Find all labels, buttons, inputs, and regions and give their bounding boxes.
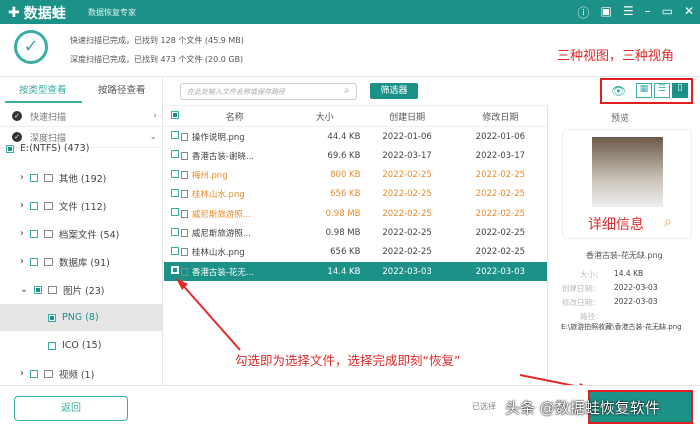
watermark: 头条 @数据蛙恢复软件 (505, 399, 660, 417)
annotation-arrows (176, 278, 592, 392)
back-button[interactable]: 返回 (14, 396, 128, 421)
arrow-to-checkbox (179, 281, 241, 351)
selected-count: 已选择 (472, 402, 496, 411)
